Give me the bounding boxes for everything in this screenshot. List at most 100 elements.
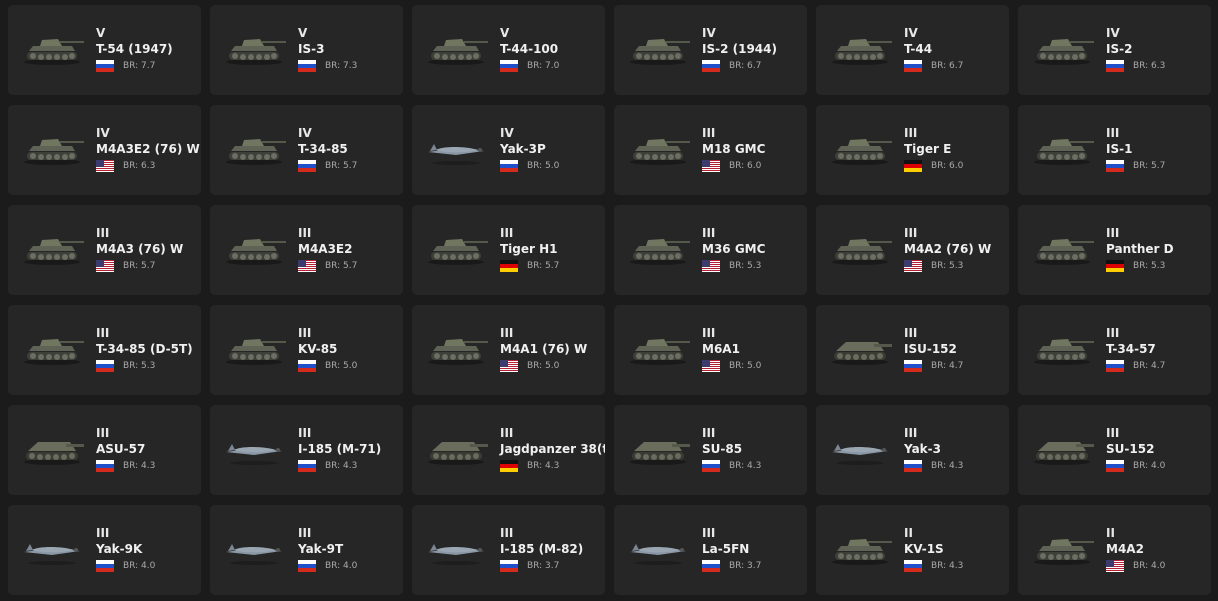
plane-icon (832, 444, 888, 465)
vehicle-name: IS-2 (1106, 42, 1133, 56)
vehicle-info: III M4A3 (76) W BR: 5.7 (96, 226, 197, 273)
tank-icon (832, 39, 892, 65)
flag-de-icon (1106, 260, 1124, 272)
flag-de-icon (500, 260, 518, 272)
vehicle-card-t-44[interactable]: IV T-44 BR: 6.7 (816, 5, 1009, 95)
vehicle-meta: BR: 4.0 (1106, 459, 1207, 473)
vehicle-card-m36-gmc[interactable]: III M36 GMC BR: 5.3 (614, 205, 807, 295)
vehicle-card-kv-85[interactable]: III KV-85 BR: 5.0 (210, 305, 403, 395)
vehicle-card-is-3[interactable]: V IS-3 BR: 7.3 (210, 5, 403, 95)
vehicle-card-su-152[interactable]: III SU-152 BR: 4.0 (1018, 405, 1211, 495)
vehicle-info: III Tiger H1 BR: 5.7 (500, 226, 601, 273)
vehicle-info: III Yak-3 BR: 4.3 (904, 426, 1005, 473)
flag-de-icon (904, 160, 922, 172)
vehicle-thumbnail (220, 132, 288, 168)
vehicle-card-panther-d[interactable]: III Panther D BR: 5.3 (1018, 205, 1211, 295)
tank-icon (832, 539, 892, 565)
battle-rating: BR: 4.3 (325, 461, 358, 471)
vehicle-rank: III (96, 526, 110, 540)
vehicle-card-m4a3-76-w[interactable]: III M4A3 (76) W BR: 5.7 (8, 205, 201, 295)
vehicle-name: SU-85 (702, 442, 743, 456)
vehicle-card-t-44-100[interactable]: V T-44-100 BR: 7.0 (412, 5, 605, 95)
vehicle-card-tiger-h1[interactable]: III Tiger H1 BR: 5.7 (412, 205, 605, 295)
vehicle-thumbnail (624, 332, 692, 368)
battle-rating: BR: 4.0 (1133, 561, 1166, 571)
vehicle-info: III M18 GMC BR: 6.0 (702, 126, 803, 173)
vehicle-info: IV T-44 BR: 6.7 (904, 26, 1005, 73)
vehicle-card-yak-9t[interactable]: III Yak-9T BR: 4.0 (210, 505, 403, 595)
vehicle-card-m18-gmc[interactable]: III M18 GMC BR: 6.0 (614, 105, 807, 195)
plane-icon (226, 544, 282, 565)
vehicle-rank: III (500, 426, 514, 440)
tank-destroyer-icon (832, 342, 892, 365)
vehicle-card-la-5fn[interactable]: III La-5FN BR: 3.7 (614, 505, 807, 595)
vehicle-card-m4a1-76-w[interactable]: III M4A1 (76) W BR: 5.0 (412, 305, 605, 395)
vehicle-card-m6a1[interactable]: III M6A1 BR: 5.0 (614, 305, 807, 395)
vehicle-card-t-34-85[interactable]: IV T-34-85 BR: 5.7 (210, 105, 403, 195)
flag-ru-icon (904, 360, 922, 372)
vehicle-card-m4a3e2[interactable]: III M4A3E2 BR: 5.7 (210, 205, 403, 295)
flag-de-icon (500, 460, 518, 472)
vehicle-meta: BR: 6.7 (904, 59, 1005, 73)
vehicle-card-yak-3[interactable]: III Yak-3 BR: 4.3 (816, 405, 1009, 495)
vehicle-name: T-44 (904, 42, 933, 56)
vehicle-card-m4a2-76-w[interactable]: III M4A2 (76) W BR: 5.3 (816, 205, 1009, 295)
battle-rating: BR: 5.3 (1133, 261, 1166, 271)
vehicle-card-i-185-m-82[interactable]: III I-185 (M-82) BR: 3.7 (412, 505, 605, 595)
vehicle-meta: BR: 6.3 (1106, 59, 1207, 73)
vehicle-card-t-34-57[interactable]: III T-34-57 BR: 4.7 (1018, 305, 1211, 395)
tank-icon (226, 39, 286, 65)
flag-ru-icon (298, 560, 316, 572)
vehicle-meta: BR: 5.3 (702, 259, 803, 273)
vehicle-card-asu-57[interactable]: III ASU-57 BR: 4.3 (8, 405, 201, 495)
battle-rating: BR: 7.7 (123, 61, 156, 71)
vehicle-info: V T-54 (1947) BR: 7.7 (96, 26, 197, 73)
vehicle-meta: BR: 5.0 (702, 359, 803, 373)
vehicle-thumbnail (18, 232, 86, 268)
flag-ru-icon (96, 560, 114, 572)
vehicle-meta: BR: 4.0 (96, 559, 197, 573)
vehicle-rank: V (96, 26, 106, 40)
vehicle-rank: III (500, 526, 514, 540)
plane-icon (428, 544, 484, 565)
vehicle-thumbnail (1028, 532, 1096, 568)
vehicle-rank: III (298, 426, 312, 440)
vehicle-rank: IV (500, 126, 514, 140)
battle-rating: BR: 4.3 (931, 561, 964, 571)
vehicle-rank: III (904, 326, 918, 340)
vehicle-card-is-2-1944[interactable]: IV IS-2 (1944) BR: 6.7 (614, 5, 807, 95)
vehicle-card-isu-152[interactable]: III ISU-152 BR: 4.7 (816, 305, 1009, 395)
vehicle-info: III IS-1 BR: 5.7 (1106, 126, 1207, 173)
vehicle-info: V IS-3 BR: 7.3 (298, 26, 399, 73)
vehicle-card-i-185-m-71[interactable]: III I-185 (M-71) BR: 4.3 (210, 405, 403, 495)
vehicle-thumbnail (826, 432, 894, 468)
vehicle-meta: BR: 6.3 (96, 159, 197, 173)
vehicle-meta: BR: 7.3 (298, 59, 399, 73)
vehicle-card-yak-3p[interactable]: IV Yak-3P BR: 5.0 (412, 105, 605, 195)
vehicle-card-yak-9k[interactable]: III Yak-9K BR: 4.0 (8, 505, 201, 595)
vehicle-card-su-85[interactable]: III SU-85 BR: 4.3 (614, 405, 807, 495)
vehicle-card-is-2[interactable]: IV IS-2 BR: 6.3 (1018, 5, 1211, 95)
vehicle-card-is-1[interactable]: III IS-1 BR: 5.7 (1018, 105, 1211, 195)
vehicle-card-t-34-85-d-5t[interactable]: III T-34-85 (D-5T) BR: 5.3 (8, 305, 201, 395)
battle-rating: BR: 7.3 (325, 61, 358, 71)
vehicle-name: T-54 (1947) (96, 42, 173, 56)
vehicle-card-m4a2[interactable]: II M4A2 BR: 4.0 (1018, 505, 1211, 595)
vehicle-card-kv-1s[interactable]: II KV-1S BR: 4.3 (816, 505, 1009, 595)
tank-icon (428, 39, 488, 65)
vehicle-thumbnail (1028, 132, 1096, 168)
vehicle-meta: BR: 5.3 (904, 259, 1005, 273)
vehicle-card-tiger-e[interactable]: III Tiger E BR: 6.0 (816, 105, 1009, 195)
flag-ru-icon (500, 60, 518, 72)
vehicle-thumbnail (220, 232, 288, 268)
vehicle-card-t-54-1947[interactable]: V T-54 (1947) BR: 7.7 (8, 5, 201, 95)
battle-rating: BR: 4.3 (123, 461, 156, 471)
vehicle-rank: IV (96, 126, 110, 140)
vehicle-name: Tiger E (904, 142, 952, 156)
vehicle-card-m4a3e2-76-w[interactable]: IV M4A3E2 (76) W BR: 6.3 (8, 105, 201, 195)
vehicle-card-jagdpanzer-38-t[interactable]: III Jagdpanzer 38(t) BR: 4.3 (412, 405, 605, 495)
vehicle-rank: III (298, 226, 312, 240)
tank-icon (630, 239, 690, 265)
vehicle-thumbnail (18, 332, 86, 368)
vehicle-name: T-34-85 (D-5T) (96, 342, 193, 356)
